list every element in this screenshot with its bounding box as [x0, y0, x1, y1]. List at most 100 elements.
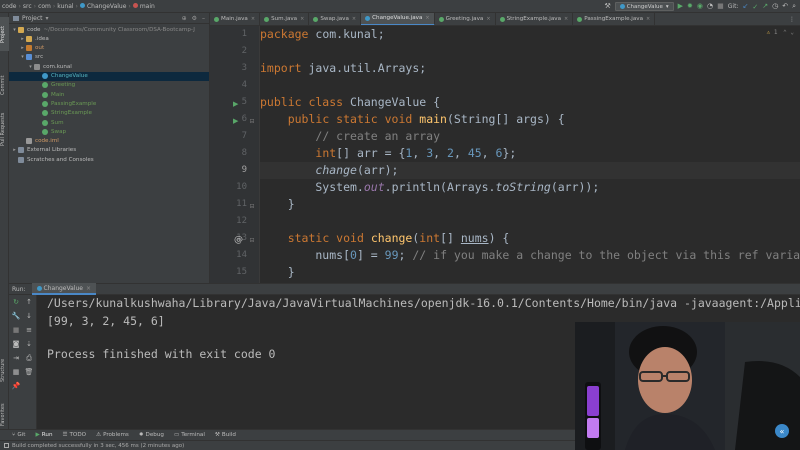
editor-tab[interactable]: Sum.java ×	[260, 13, 310, 25]
editor-tab[interactable]: ChangeValue.java ×	[361, 13, 435, 25]
tree-item[interactable]: ▸ out	[9, 44, 209, 53]
tab-project[interactable]: Project	[0, 17, 9, 51]
editor-tab[interactable]: Swap.java ×	[309, 13, 362, 25]
close-icon[interactable]: ×	[251, 16, 255, 22]
soft-wrap-icon[interactable]: ≡	[24, 325, 34, 335]
tool-window-build[interactable]: ⚒ Build	[215, 432, 236, 438]
tab-structure[interactable]: Structure	[0, 353, 9, 387]
tab-favorites[interactable]: Favorites	[0, 398, 9, 432]
trash-icon[interactable]: 🗑	[24, 367, 34, 377]
hammer-icon[interactable]: ⚒	[604, 3, 610, 10]
tool-window-terminal[interactable]: ▭ Terminal	[174, 432, 205, 438]
chevron-right-icon[interactable]: ▸	[19, 36, 26, 42]
camera-icon[interactable]: ◙	[11, 339, 21, 349]
code-line-6: public static void main(String[] args) {	[287, 112, 565, 126]
tree-item[interactable]: code.iml	[9, 137, 209, 146]
git-push-icon[interactable]: ↗	[762, 3, 768, 10]
tree-item[interactable]: StringExample	[9, 109, 209, 118]
tree-item[interactable]: ▸ .idea	[9, 34, 209, 43]
tool-window-todo[interactable]: ☰ TODO	[63, 432, 87, 438]
breadcrumb-src[interactable]: src	[21, 3, 34, 10]
wrench-icon[interactable]: 🔧	[11, 311, 21, 321]
close-icon[interactable]: ×	[300, 16, 304, 22]
run-main-gutter-icon[interactable]: ▶	[233, 113, 238, 130]
chevron-down-icon[interactable]: ▾	[27, 64, 34, 70]
run-icon: ▶	[35, 432, 40, 438]
more-tabs-icon[interactable]: ⋮	[784, 16, 800, 23]
close-icon[interactable]: ×	[86, 285, 91, 292]
run-configuration-select[interactable]: ChangeValue ▾	[614, 2, 674, 11]
search-icon[interactable]: ⌕	[792, 3, 796, 10]
close-icon[interactable]: ×	[564, 16, 568, 22]
tree-item[interactable]: PassingExample	[9, 99, 209, 108]
editor-tab[interactable]: Main.java ×	[210, 13, 261, 25]
breadcrumb-code[interactable]: code	[0, 3, 18, 10]
stop-icon[interactable]: ■	[11, 325, 21, 335]
exit-icon[interactable]: ⇥	[11, 353, 21, 363]
tree-item[interactable]: Sum	[9, 118, 209, 127]
git-update-icon[interactable]: ↙	[742, 3, 748, 10]
tree-item[interactable]: Greeting	[9, 81, 209, 90]
chevron-right-icon[interactable]: ▸	[19, 45, 26, 51]
close-icon[interactable]: ×	[646, 16, 650, 22]
close-icon[interactable]: ×	[352, 16, 356, 22]
rerun-icon[interactable]: ↻	[11, 297, 21, 307]
breadcrumb-method[interactable]: main	[131, 2, 157, 10]
tree-item[interactable]: ChangeValue	[9, 71, 209, 81]
tree-item[interactable]: Swap	[9, 127, 209, 136]
locate-icon[interactable]: ⊕	[182, 15, 187, 22]
tool-window-problems[interactable]: ⚠ Problems	[96, 432, 129, 438]
profile-icon[interactable]: ◔	[707, 3, 713, 10]
close-icon[interactable]: ×	[486, 16, 490, 22]
breadcrumb-class[interactable]: ChangeValue	[78, 2, 128, 10]
tree-item-label: out	[35, 45, 45, 52]
tree-item[interactable]: ▾ code ~/Documents/Community Classroom/DSA…	[9, 25, 209, 34]
scroll-up-icon[interactable]: ↑	[24, 297, 34, 307]
run-class-gutter-icon[interactable]: ▶	[233, 96, 238, 113]
settings-icon[interactable]: ⚙	[192, 15, 197, 22]
stop-icon[interactable]: ■	[717, 3, 724, 10]
close-icon[interactable]: ×	[425, 15, 429, 21]
tree-item[interactable]: ▾ com.kunal	[9, 62, 209, 71]
coverage-icon[interactable]: ◉	[697, 3, 703, 10]
run-tab-changevalue[interactable]: ChangeValue ×	[31, 283, 97, 295]
scroll-down-icon[interactable]: ↓	[24, 311, 34, 321]
editor-tab[interactable]: PassingExample.java ×	[573, 13, 656, 25]
project-panel-header[interactable]: Project ▾ ⊕ ⚙ –	[9, 13, 209, 24]
fold-icon[interactable]: ⊟	[249, 232, 255, 249]
debug-icon[interactable]: ✹	[687, 3, 693, 10]
chevron-down-icon[interactable]: ▾	[11, 27, 18, 33]
tool-window-debug[interactable]: ✹ Debug	[139, 432, 164, 438]
tool-window-run[interactable]: ▶ Run	[35, 432, 52, 438]
annotation-gutter-icon[interactable]: @	[234, 232, 243, 249]
tab-commit[interactable]: Commit	[0, 71, 9, 99]
run-icon[interactable]: ▶	[678, 3, 683, 10]
tree-item[interactable]: Scratches and Consoles	[9, 155, 209, 164]
fold-icon[interactable]: ⊟	[249, 198, 255, 215]
tree-item-label: External Libraries	[27, 147, 77, 154]
breadcrumb-com[interactable]: com	[36, 3, 53, 10]
print-icon[interactable]: ⎙	[24, 353, 34, 363]
rollback-icon[interactable]: ↶	[782, 3, 788, 10]
breadcrumb-kunal[interactable]: kunal	[55, 3, 75, 10]
tool-window-git[interactable]: ⑂ Git	[12, 432, 25, 438]
history-icon[interactable]: ◷	[772, 3, 778, 10]
tree-item[interactable]: ▾ src	[9, 53, 209, 62]
tree-item[interactable]: ▸ External Libraries	[9, 146, 209, 155]
chevron-right-icon[interactable]: ▸	[11, 147, 18, 153]
scroll-to-end-icon[interactable]: ⇣	[24, 339, 34, 349]
tab-pull-requests[interactable]: Pull Requests	[0, 107, 9, 151]
layout-icon[interactable]: ▦	[11, 367, 21, 377]
pin-icon[interactable]: 📌	[11, 381, 21, 391]
editor-tab-label: ChangeValue.java	[372, 15, 423, 21]
line-number: 8	[241, 148, 247, 158]
tree-item[interactable]: Main	[9, 90, 209, 99]
editor-tab[interactable]: Greeting.java ×	[435, 13, 496, 25]
fold-icon[interactable]: ⊟	[249, 113, 255, 130]
hide-icon[interactable]: –	[202, 15, 205, 22]
code-editor[interactable]: ⚠ 1 ⌃ ⌄ package com.kunal; import java.u…	[260, 26, 800, 283]
chevron-down-icon[interactable]: ▾	[19, 54, 26, 60]
java-class-icon	[499, 16, 505, 22]
editor-tab[interactable]: StringExample.java ×	[496, 13, 574, 25]
git-commit-icon[interactable]: ✓	[752, 3, 758, 11]
